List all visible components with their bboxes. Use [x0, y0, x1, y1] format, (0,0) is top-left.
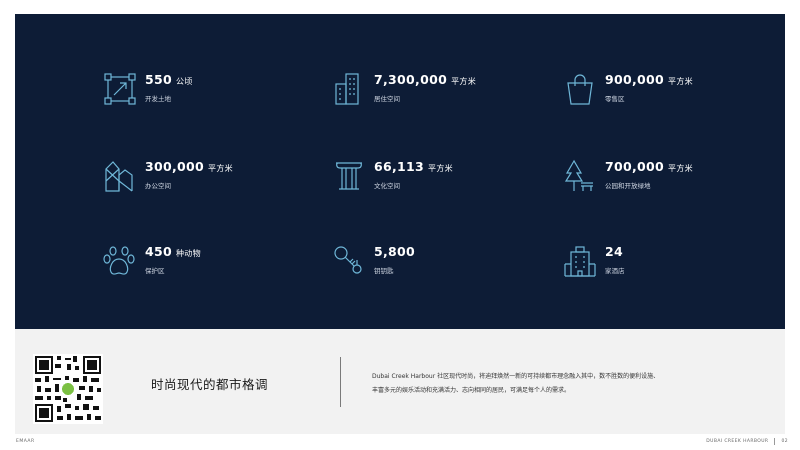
stat-unit: 平方米: [428, 164, 453, 173]
stat-label: 保护区: [145, 267, 165, 275]
stat-value: 700,000: [605, 159, 665, 174]
stat-label: 公园和开放绿地: [605, 182, 651, 190]
stat-land: 550 公顷 开发土地: [103, 72, 193, 106]
stat-retail: 900,000 平方米 零售区: [563, 72, 693, 106]
description-line-1: Dubai Creek Harbour 社区现代时尚，将迪拜焕然一新的可持续都市…: [372, 373, 660, 380]
hotel-icon: [563, 244, 597, 278]
stats-panel: 550 公顷 开发土地 7,300,000 平方米 居住空间 900,000 平方米 …: [15, 14, 785, 329]
stat-value: 300,000: [145, 159, 205, 174]
description: Dubai Creek Harbour 社区现代时尚，将迪拜焕然一新的可持续都市…: [372, 370, 732, 398]
stat-unit: 平方米: [208, 164, 233, 173]
stat-label: 零售区: [605, 95, 625, 103]
qr-code-icon[interactable]: [33, 354, 103, 424]
stat-label: 办公空间: [145, 182, 171, 190]
stat-office: 300,000 平方米 办公空间: [103, 159, 233, 193]
footer-separator: [774, 438, 776, 445]
stat-value: 24: [605, 244, 623, 259]
office-icon: [103, 159, 137, 193]
stat-value: 7,300,000: [374, 72, 448, 87]
stat-label: 开发土地: [145, 95, 171, 103]
stat-label: 文化空间: [374, 182, 400, 190]
stat-unit: 种动物: [176, 249, 201, 258]
divider: [340, 357, 341, 407]
stat-value: 550: [145, 72, 172, 87]
shopping-bag-icon: [563, 72, 597, 106]
stat-value: 66,113: [374, 159, 425, 174]
paw-icon: [103, 244, 137, 278]
stat-label: 居住空间: [374, 95, 400, 103]
stat-value: 900,000: [605, 72, 665, 87]
key-icon: [332, 244, 366, 278]
stat-value: 450: [145, 244, 172, 259]
stat-unit: 平方米: [451, 77, 476, 86]
stat-unit: 平方米: [668, 164, 693, 173]
stat-park: 700,000 平方米 公园和开放绿地: [563, 159, 693, 193]
stat-unit: 公顷: [176, 77, 193, 86]
description-line-2: 丰富多元的娱乐活动和充满活力、志向相同的居民，可满足每个人的需求。: [372, 387, 571, 394]
stat-hotels: 24 家酒店: [563, 244, 627, 278]
stat-keys: 5,800 钥钥匙: [332, 244, 419, 278]
stat-label: 钥钥匙: [374, 267, 394, 275]
park-tree-icon: [563, 159, 597, 193]
stat-value: 5,800: [374, 244, 416, 259]
stat-culture: 66,113 平方米 文化空间: [332, 159, 453, 193]
stat-unit: 平方米: [668, 77, 693, 86]
footer-title: DUBAI CREEK HARBOUR: [706, 439, 769, 444]
stat-label: 家酒店: [605, 267, 625, 275]
tagline: 时尚现代的都市格调: [151, 377, 269, 392]
stat-animals: 450 种动物 保护区: [103, 244, 201, 278]
footer-right: DUBAI CREEK HARBOUR 02: [706, 438, 788, 445]
residential-icon: [332, 72, 366, 106]
culture-column-icon: [332, 159, 366, 193]
stat-residential: 7,300,000 平方米 居住空间: [332, 72, 476, 106]
land-icon: [103, 72, 137, 106]
page-number: 02: [781, 439, 788, 444]
footer-brand: EMAAR: [16, 439, 35, 444]
